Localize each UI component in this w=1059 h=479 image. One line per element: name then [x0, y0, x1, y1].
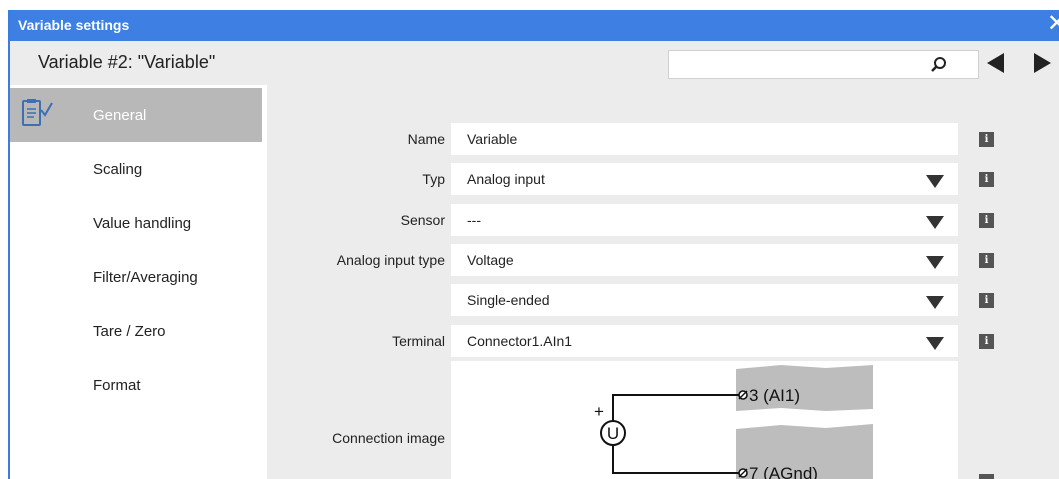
name-info-icon[interactable]: i — [979, 132, 994, 147]
typ-info-icon[interactable]: i — [979, 172, 994, 187]
typ-dropdown[interactable]: Analog input — [451, 163, 958, 195]
connection-diagram: U + 3 (AI1) 7 (AGnd) — [594, 365, 873, 479]
terminal-label: Terminal — [392, 333, 445, 349]
sidebar-item-format[interactable]: Format — [10, 358, 262, 412]
analog-input-type-value: Voltage — [467, 252, 514, 268]
sidebar-item-scaling[interactable]: Scaling — [10, 142, 262, 196]
sidebar-item-label: Scaling — [93, 161, 143, 178]
window-title: Variable settings — [18, 17, 130, 33]
settings-form: Name Variable i Typ Analog input i Senso… — [267, 85, 1059, 479]
typ-value: Analog input — [467, 171, 545, 187]
chevron-down-icon — [926, 296, 944, 309]
analog-input-type-dropdown[interactable]: Voltage — [451, 244, 958, 276]
terminal-info-icon[interactable]: i — [979, 334, 994, 349]
info-icon-partial[interactable] — [979, 474, 994, 479]
plus-sign: + — [594, 402, 604, 421]
terminal-value: Connector1.AIn1 — [467, 333, 573, 349]
source-symbol-label: U — [607, 424, 619, 443]
analog-input-type-info-icon[interactable]: i — [979, 253, 994, 268]
input-mode-dropdown[interactable]: Single-ended — [451, 284, 958, 316]
previous-arrow-icon[interactable] — [987, 53, 1004, 73]
sidebar-item-label: Format — [93, 377, 141, 394]
header-bar: Variable #2: "Variable" — [10, 41, 1059, 85]
typ-label: Typ — [422, 171, 445, 187]
name-label: Name — [407, 131, 445, 147]
terminal-top-label: 3 (AI1) — [749, 386, 800, 405]
chevron-down-icon — [926, 175, 944, 188]
connection-image-label: Connection image — [332, 430, 445, 446]
page-title: Variable #2: "Variable" — [38, 52, 216, 72]
input-mode-value: Single-ended — [467, 292, 550, 308]
input-mode-info-icon[interactable]: i — [979, 293, 994, 308]
chevron-down-icon — [926, 216, 944, 229]
next-arrow-icon[interactable] — [1034, 53, 1051, 73]
sensor-info-icon[interactable]: i — [979, 213, 994, 228]
terminal-bottom-label: 7 (AGnd) — [749, 464, 818, 479]
name-field[interactable]: Variable — [451, 123, 958, 155]
sidebar-item-value-handling[interactable]: Value handling — [10, 196, 262, 250]
search-input[interactable] — [669, 51, 929, 78]
name-value: Variable — [467, 131, 518, 147]
terminal-dropdown[interactable]: Connector1.AIn1 — [451, 325, 958, 357]
sidebar-item-general[interactable]: General — [10, 88, 262, 142]
sidebar-item-filter-averaging[interactable]: Filter/Averaging — [10, 250, 262, 304]
close-icon[interactable]: ✕ — [1047, 12, 1059, 36]
title-bar: Variable settings ✕ — [10, 10, 1059, 41]
sidebar-item-label: Value handling — [93, 215, 192, 232]
analog-input-type-label: Analog input type — [336, 252, 445, 268]
sidebar: General Scaling Value handling Filter/Av… — [10, 85, 267, 479]
sidebar-item-label: General — [93, 107, 147, 124]
checklist-icon — [22, 99, 53, 126]
sensor-label: Sensor — [400, 212, 445, 228]
variable-settings-dialog: Variable settings ✕ Variable #2: "Variab… — [8, 10, 1059, 479]
sidebar-item-label: Filter/Averaging — [93, 269, 198, 286]
search-box[interactable] — [668, 50, 979, 79]
connection-image: U + 3 (AI1) 7 (AGnd) — [451, 361, 958, 479]
chevron-down-icon — [926, 337, 944, 350]
search-icon[interactable] — [929, 55, 949, 75]
sensor-dropdown[interactable]: --- — [451, 204, 958, 236]
chevron-down-icon — [926, 256, 944, 269]
sidebar-item-label: Tare / Zero — [93, 323, 166, 340]
sidebar-item-tare-zero[interactable]: Tare / Zero — [10, 304, 262, 358]
sensor-value: --- — [467, 212, 481, 228]
